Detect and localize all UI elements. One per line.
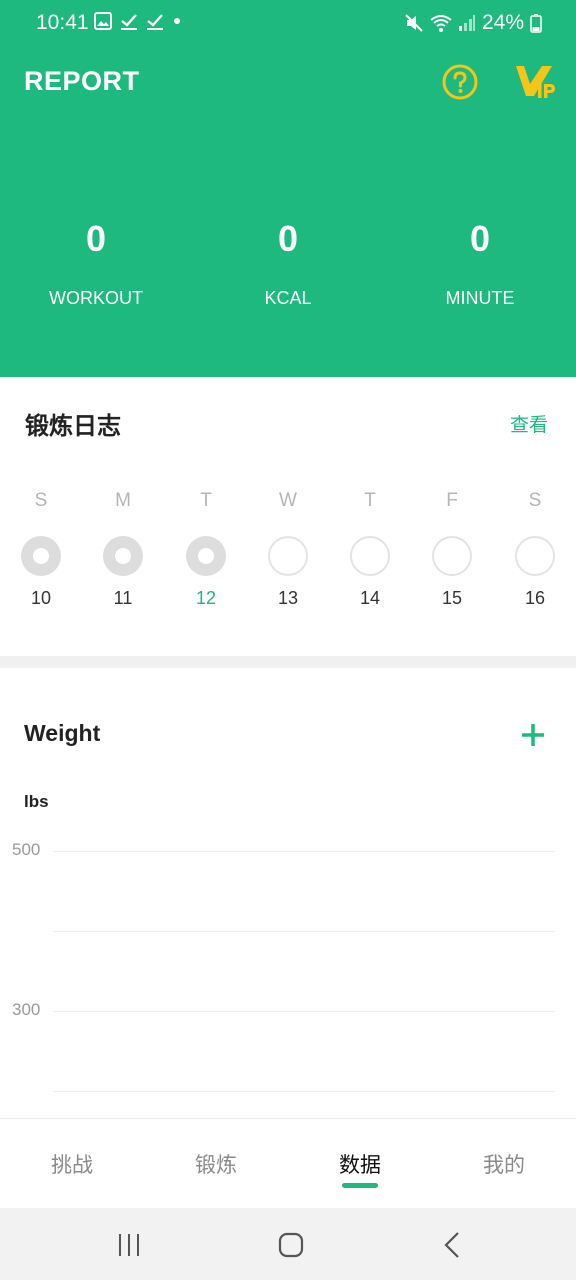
completed-day-marker bbox=[103, 536, 143, 576]
vip-icon[interactable] bbox=[514, 62, 558, 104]
dot-icon bbox=[174, 18, 180, 24]
battery-percent: 24% bbox=[481, 11, 524, 34]
status-right-icons: 24% bbox=[404, 11, 542, 35]
workout-log-title: 锻炼日志 bbox=[25, 413, 121, 440]
calendar-day[interactable]: W 13 bbox=[258, 490, 318, 609]
back-icon[interactable] bbox=[438, 1230, 468, 1260]
day-date: 11 bbox=[113, 588, 133, 608]
empty-day-marker bbox=[268, 536, 308, 576]
plus-icon[interactable] bbox=[520, 722, 546, 748]
stat-kcal: 0 KCAL bbox=[192, 218, 384, 309]
calendar-day[interactable]: F 15 bbox=[422, 490, 482, 609]
stat-minute: 0 MINUTE bbox=[384, 218, 576, 309]
signal-icon bbox=[458, 15, 475, 31]
day-of-week: F bbox=[446, 490, 458, 511]
stat-workout: 0 WORKOUT bbox=[0, 218, 192, 309]
wifi-icon bbox=[430, 15, 452, 32]
y-tick-label: 300 bbox=[12, 1000, 41, 1019]
bottom-tab-bar: 挑战 锻炼 数据 我的 bbox=[0, 1118, 576, 1209]
day-of-week: S bbox=[34, 490, 48, 511]
weight-unit: lbs bbox=[24, 792, 49, 811]
stat-value: 0 bbox=[277, 218, 299, 259]
day-of-week: M bbox=[115, 490, 131, 511]
home-icon[interactable] bbox=[276, 1230, 306, 1260]
gallery-icon bbox=[94, 12, 112, 30]
day-date: 12 bbox=[195, 588, 217, 608]
status-time: 10:41 bbox=[36, 11, 89, 34]
day-of-week: W bbox=[279, 490, 297, 511]
report-header bbox=[0, 0, 576, 377]
completed-day-marker bbox=[21, 536, 61, 576]
calendar-day[interactable]: S 16 bbox=[505, 490, 565, 609]
day-date: 16 bbox=[524, 588, 546, 608]
tab-challenge[interactable]: 挑战 bbox=[0, 1149, 144, 1179]
day-date: 13 bbox=[277, 588, 299, 608]
check-icon bbox=[121, 14, 137, 30]
tab-data[interactable]: 数据 bbox=[288, 1149, 432, 1179]
check-icon bbox=[147, 14, 163, 30]
mute-icon bbox=[405, 14, 423, 32]
empty-day-marker bbox=[350, 536, 390, 576]
day-of-week: T bbox=[200, 490, 212, 511]
calendar-day[interactable]: T 14 bbox=[340, 490, 400, 609]
tab-me[interactable]: 我的 bbox=[432, 1149, 576, 1179]
stat-value: 0 bbox=[85, 218, 107, 259]
grid-line bbox=[54, 1011, 554, 1012]
grid-line bbox=[54, 851, 554, 852]
weight-title: Weight bbox=[24, 720, 101, 746]
completed-day-marker bbox=[186, 536, 226, 576]
stat-label: WORKOUT bbox=[49, 288, 143, 308]
system-nav-bar bbox=[0, 1208, 576, 1280]
view-log-link[interactable]: 查看 bbox=[510, 410, 548, 437]
day-date: 14 bbox=[359, 588, 381, 608]
calendar-day[interactable]: M 11 bbox=[93, 490, 153, 609]
stat-label: MINUTE bbox=[445, 288, 515, 308]
help-circle-icon[interactable] bbox=[442, 64, 478, 100]
calendar-day[interactable]: S 10 bbox=[11, 490, 71, 609]
stat-value: 0 bbox=[469, 218, 491, 259]
day-date: 15 bbox=[441, 588, 463, 608]
y-tick-label: 500 bbox=[12, 840, 41, 859]
empty-day-marker bbox=[432, 536, 472, 576]
calendar-day[interactable]: T 12 bbox=[176, 490, 236, 609]
recent-apps-icon[interactable] bbox=[114, 1230, 144, 1260]
page-title: REPORT bbox=[24, 66, 140, 96]
day-date: 10 bbox=[30, 588, 52, 608]
day-of-week: T bbox=[364, 490, 376, 511]
stat-label: KCAL bbox=[264, 288, 312, 308]
active-tab-indicator bbox=[342, 1183, 378, 1188]
status-left-icons bbox=[94, 12, 182, 30]
grid-line bbox=[54, 1091, 554, 1092]
section-divider bbox=[0, 656, 576, 668]
empty-day-marker bbox=[515, 536, 555, 576]
tab-workout[interactable]: 锻炼 bbox=[144, 1149, 288, 1179]
battery-icon bbox=[530, 14, 542, 33]
day-of-week: S bbox=[528, 490, 542, 511]
grid-line bbox=[54, 931, 554, 932]
status-bar: 10:41 24% bbox=[0, 0, 576, 48]
